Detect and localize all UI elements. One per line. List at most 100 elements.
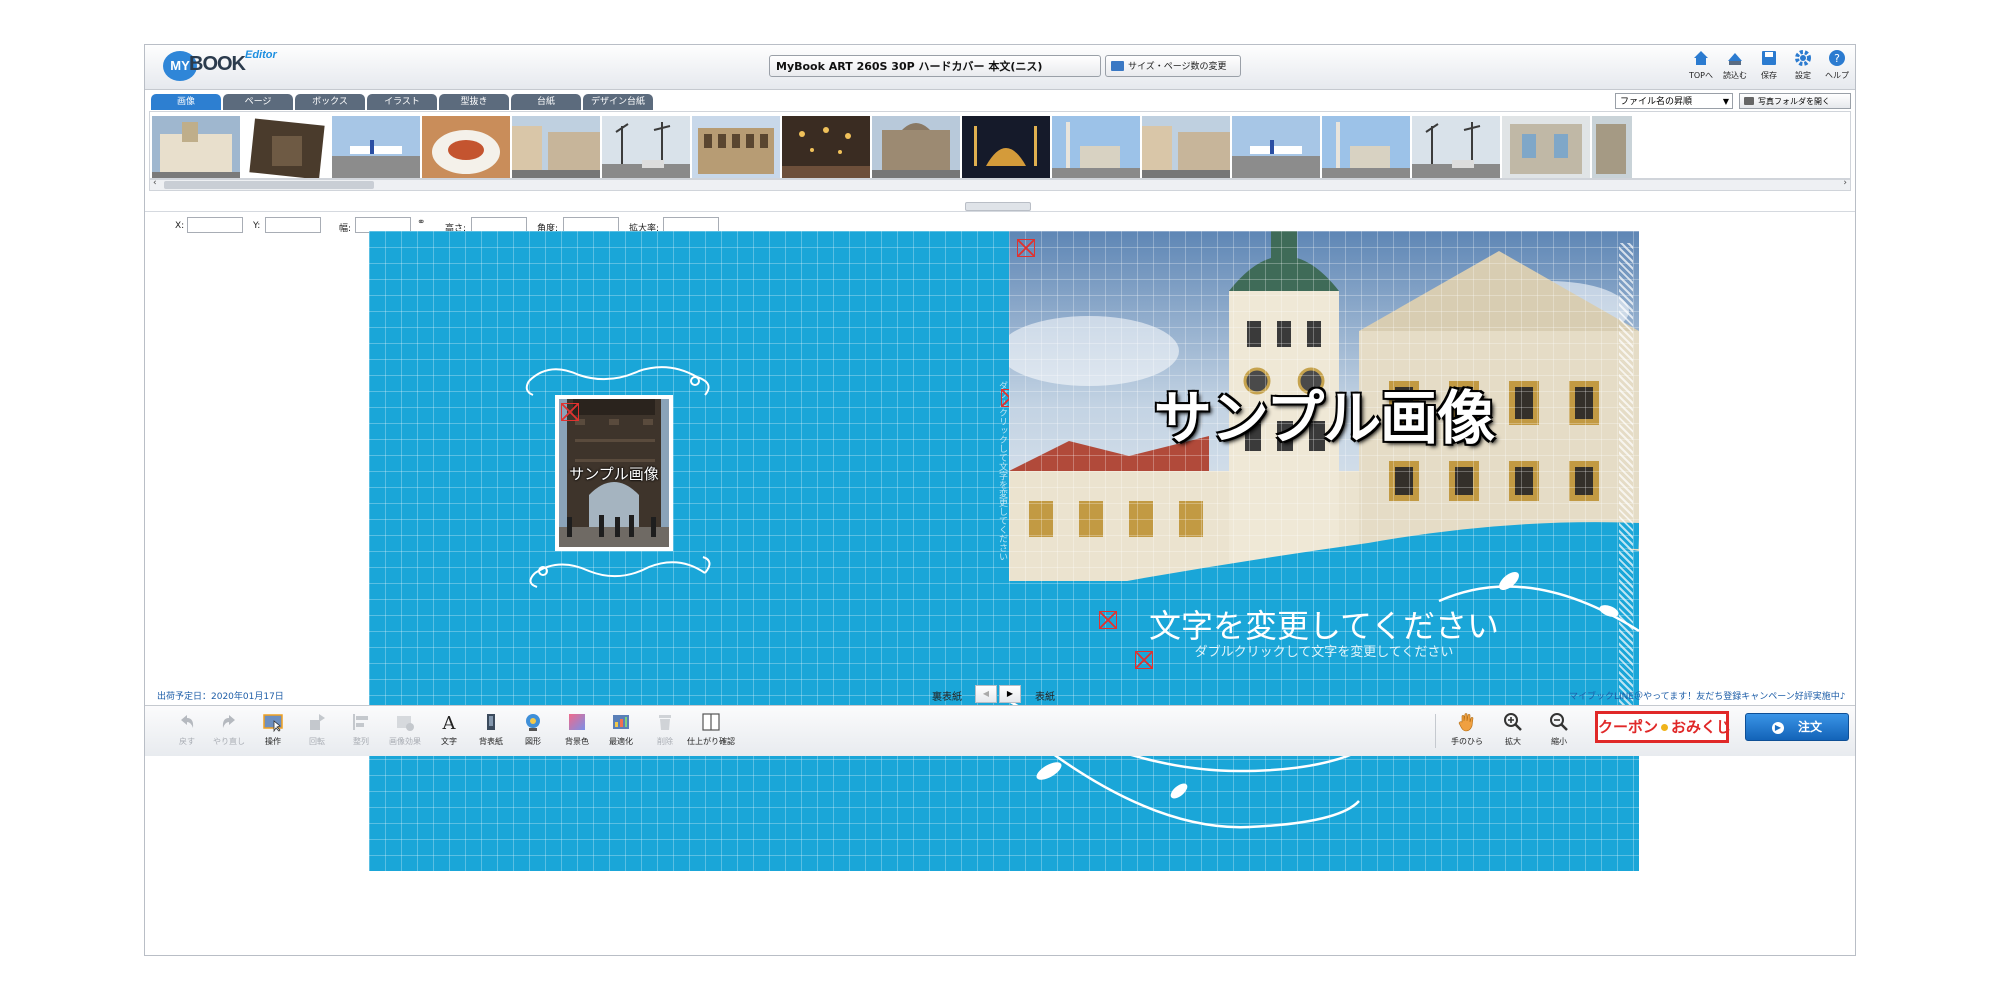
photo-thumbnail[interactable] [422,116,510,178]
tab-illustrations[interactable]: イラスト [367,94,437,110]
text-tool-button[interactable]: A 文字 [427,712,471,752]
save-icon [1762,51,1776,65]
next-page-button[interactable]: ▶ [999,685,1021,703]
front-cover-headline[interactable]: サンプル画像 [1009,371,1639,455]
photo-thumbnail[interactable] [1412,116,1500,178]
photo-thumbnail[interactable] [602,116,690,178]
placeholder-marker-icon [1017,239,1035,257]
load-button[interactable]: 読込む [1719,49,1751,87]
undo-icon [181,715,194,728]
align-button[interactable]: 整列 [339,712,383,752]
bg-color-label: 背景色 [565,737,589,746]
photo-thumbnail[interactable] [962,116,1050,178]
photo-thumbnail[interactable] [782,116,870,178]
scroll-left-icon[interactable]: ‹ [153,178,157,188]
logo-editor-text: Editor [245,49,277,61]
tab-cutouts[interactable]: 型抜き [439,94,509,110]
photo-thumbnail[interactable] [1592,116,1632,178]
y-input[interactable] [265,217,321,233]
size-change-button[interactable]: サイズ・ページ数の変更 [1105,55,1241,77]
scrollbar-thumb[interactable] [164,181,374,189]
photo-thumbnail[interactable] [242,116,330,178]
back-photo-caption[interactable]: サンプル画像 [555,463,673,484]
bg-color-button[interactable]: 背景色 [555,712,599,752]
redo-button[interactable]: やり直し [207,712,251,752]
hand-tool-button[interactable]: 手のひら [1445,712,1489,752]
y-label: Y: [253,221,261,231]
rotate-button[interactable]: 回転 [295,712,339,752]
tab-boxes[interactable]: ボックス [295,94,365,110]
optimize-icon [613,715,629,729]
zoom-in-icon [1504,713,1522,731]
photo-thumbnail[interactable] [1502,116,1590,178]
tab-images[interactable]: 画像 [151,94,221,110]
help-button-label: ヘルプ [1825,71,1849,80]
omikuji-label: おみくじ [1671,718,1732,736]
spine-tool-label: 背表紙 [479,737,503,746]
spine-text[interactable]: ダブルクリックして文字を変更してください [993,381,1009,701]
chevron-down-icon: ▼ [1722,97,1729,106]
photo-thumbnail[interactable] [152,116,240,178]
delete-button[interactable]: 削除 [643,712,687,752]
tab-design-mounts[interactable]: デザイン台紙 [583,94,653,110]
back-cover-label: 裏表紙 [932,692,962,703]
optimize-button[interactable]: 最適化 [599,712,643,752]
photo-thumbnail[interactable] [872,116,960,178]
prev-page-button[interactable]: ◀ [975,685,997,703]
image-effect-button[interactable]: 画像効果 [383,712,427,752]
photo-thumbnail[interactable] [512,116,600,178]
scroll-right-icon[interactable]: › [1843,178,1847,188]
preview-button[interactable]: 仕上がり確認 [685,712,737,752]
editor-window: MY BOOK Editor MyBook ART 260S 30P ハードカバ… [144,44,1856,956]
zoom-in-button[interactable]: 拡大 [1491,712,1535,752]
photo-thumbnail[interactable] [1052,116,1140,178]
back-cover-page[interactable]: サンプル画像 ダブルクリックして文字を変更してください [369,231,1019,871]
tab-pages[interactable]: ページ [223,94,293,110]
photo-thumbnail[interactable] [1322,116,1410,178]
undo-label: 戻す [179,737,195,746]
aspect-lock-icon[interactable]: ⚭ [417,217,425,228]
x-input[interactable] [187,217,243,233]
rotate-label: 回転 [309,737,325,746]
open-folder-label: 写真フォルダを開く [1758,97,1830,106]
load-icon [1728,53,1742,65]
front-cover-photo[interactable] [1009,231,1639,871]
ship-date: 出荷予定日：2020年01月17日 [157,692,284,702]
photo-thumbnail[interactable] [692,116,780,178]
photo-thumbnail-strip [149,111,1851,179]
select-tool-button[interactable]: 操作 [251,712,295,752]
coupon-omikuji-button[interactable]: クーポン おみくじ [1595,711,1732,743]
panel-splitter-handle[interactable] [965,202,1031,211]
photo-thumbnail[interactable] [1232,116,1320,178]
book-icon [1111,61,1124,71]
shape-tool-label: 図形 [525,737,541,746]
help-button[interactable]: ? ヘルプ [1821,49,1853,87]
settings-button[interactable]: 設定 [1787,49,1819,87]
spine-tool-button[interactable]: 背表紙 [469,712,513,752]
photo-thumbnail[interactable] [1142,116,1230,178]
sort-select[interactable]: ファイル名の昇順 ▼ [1615,93,1733,109]
zoom-out-button[interactable]: 縮小 [1537,712,1581,752]
cover-canvas[interactable]: サンプル画像 ダブルクリックして文字を変更してください サンプル画像 文字を変更… [369,231,1639,871]
image-effect-label: 画像効果 [389,737,421,746]
line-campaign-link[interactable]: マイブックLINE＠やってます！友だち登録キャンペーン好評実施中♪ [1569,689,1845,702]
order-button[interactable]: ▶ 注文 [1745,713,1849,741]
select-tool-label: 操作 [265,737,281,746]
logo-book-text: BOOK [189,53,246,75]
thumbnail-scrollbar[interactable]: ‹ › [149,178,1851,191]
photo-thumbnail[interactable] [332,116,420,178]
align-label: 整列 [353,737,369,746]
rotate-icon [310,714,325,730]
product-title: MyBook ART 260S 30P ハードカバー 本文(ニス) [769,55,1101,77]
open-photo-folder-button[interactable]: 写真フォルダを開く [1739,93,1851,109]
undo-button[interactable]: 戻す [165,712,209,752]
align-icon [353,714,368,730]
top-button[interactable]: TOPへ [1685,49,1717,87]
play-icon: ▶ [1771,721,1784,734]
tab-mounts[interactable]: 台紙 [511,94,581,110]
save-button[interactable]: 保存 [1753,49,1785,87]
front-cover-subtitle[interactable]: ダブルクリックして文字を変更してください [1009,641,1639,660]
shape-tool-button[interactable]: 図形 [511,712,555,752]
size-change-label: サイズ・ページ数の変更 [1128,62,1227,72]
front-cover-page[interactable] [1009,231,1639,871]
